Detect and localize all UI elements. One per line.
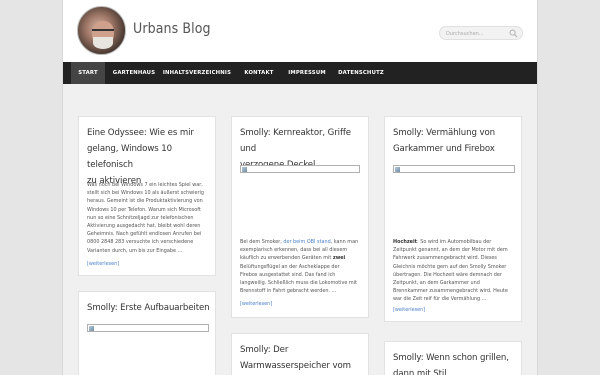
post-card: Eine Odyssee: Wie es mir gelang, Windows… [78,116,216,276]
search-icon[interactable] [509,29,518,38]
nav-item-inhaltsverzeichnis[interactable]: INHALTSVERZEICHNIS [161,62,233,84]
post-title-line[interactable]: Eine Odyssee: Wie es mir [87,125,215,141]
post-card: Smolly: Vermählung von Garkammer und Fir… [384,116,522,322]
post-title-line[interactable]: gelang, Windows 10 telefonisch [87,141,215,173]
post-image-placeholder[interactable] [87,324,209,332]
post-card: Smolly: Wenn schon grillen, dann mit Sti… [384,341,522,375]
post-title-line[interactable]: Smolly: Kernreaktor, Griffe und [240,125,368,157]
post-title[interactable]: Smolly: Vermählung von Garkammer und Fir… [393,125,495,157]
excerpt-line: Brennkammer zusammengebracht wird. Heute [393,288,508,295]
nav-item-gartenhaus[interactable]: GARTENHAUS [111,62,157,84]
excerpt-line: nun so eine Schnitzeljagd zur telefonisc… [87,214,194,221]
excerpt-line: exemplarisch erkennen, dass bei all dies… [240,247,348,254]
excerpt-line: käuflich zu erwerbenden Geräten mit zwei [240,255,346,262]
excerpt-line: Brennstoff in Fahrt gebracht werden. ... [240,288,337,295]
read-more-link[interactable]: [weiterlesen] [393,307,425,313]
avatar-glasses [92,29,114,34]
post-title[interactable]: Eine Odyssee: Wie es mir gelang, Windows… [87,125,215,189]
post-title[interactable]: Smolly: Der Warmwasserspeicher vom [240,342,351,374]
post-excerpt: Hochzeit: So wird im Automobilbau der Ze… [393,238,508,304]
excerpt-line: Belüftungsflügel an der Ascheklappe der [240,263,340,270]
excerpt-line: Aktivierung ausgedacht hat, bleibt wohl … [87,223,201,230]
excerpt-line: Varianten durch, um bis zur Eingabe ... [87,247,183,254]
nav-item-kontakt[interactable]: KONTAKT [239,62,279,84]
post-title-line[interactable]: dann mit Stil [393,366,509,375]
post-title-line[interactable]: Smolly: Wenn schon grillen, [393,350,509,366]
search-box [439,26,523,40]
excerpt-line: langweilig. Schließlich muss die Lokomot… [240,280,357,287]
post-title-line[interactable]: Warmwasserspeicher vom [240,358,351,374]
post-image-placeholder[interactable] [240,165,360,173]
excerpt-line: Zeitpunkt genannt, an dem der Motor mit … [393,247,508,254]
nav-item-start[interactable]: START [71,62,105,84]
post-title-line[interactable]: Smolly: Der [240,342,351,358]
post-title-line[interactable]: Smolly: Erste Aufbauarbeiten [87,300,210,316]
read-more-link[interactable]: [weiterlesen] [240,301,272,307]
excerpt-line: Bei dem Smoker, der beim OBI stand, kann… [240,239,359,245]
excerpt-line: Fahrwerk zusammengebracht wird. Dieses [393,255,497,262]
post-card: Smolly: Der Warmwasserspeicher vom [231,333,369,375]
nav-item-impressum[interactable]: IMPRESSUM [285,62,329,84]
post-card: Smolly: Kernreaktor, Griffe und verzogen… [231,116,369,318]
excerpt-line: übertragen. Die Hochzeit wäre demnach de… [393,271,502,278]
excerpt-line: Geheimnis. Nach gefühlt endlosen Anrufen… [87,231,202,238]
post-image-placeholder[interactable] [393,165,515,173]
post-title[interactable]: Smolly: Erste Aufbauarbeiten [87,300,210,316]
excerpt-line: heraus. Gemeint ist die Produktaktivieru… [87,198,203,205]
obi-link[interactable]: der beim OBI stand [283,239,330,245]
avatar-beard [93,37,113,49]
post-card: Smolly: Erste Aufbauarbeiten [78,291,216,375]
excerpt-line: war die Zeit reif für die Vermählung ... [393,296,487,303]
site-logo-avatar[interactable] [77,6,126,55]
excerpt-line: 0800 2848 283 versuchte ich verschiedene [87,239,194,246]
main-nav: START GARTENHAUS INHALTSVERZEICHNIS KONT… [63,62,537,84]
page: Urbans Blog START GARTENHAUS INHALTSVERZ… [62,0,538,375]
read-more-link[interactable]: [weiterlesen] [87,261,119,267]
search-input[interactable] [446,28,510,39]
nav-item-datenschutz[interactable]: DATENSCHUTZ [335,62,387,84]
excerpt-line: Gleichnis möchte gern auf den Smolly Smo… [393,263,507,270]
post-excerpt: Bei dem Smoker, der beim OBI stand, kann… [240,238,358,295]
excerpt-line: Windows 10 per Telefon. Warum sich Micro… [87,206,201,213]
excerpt-line: Was noch bei Windows 7 ein leichtes Spie… [87,182,203,188]
post-title-line[interactable]: Smolly: Vermählung von [393,125,495,141]
post-title[interactable]: Smolly: Wenn schon grillen, dann mit Sti… [393,350,509,375]
post-excerpt: Was noch bei Windows 7 ein leichtes Spie… [87,181,204,255]
excerpt-line: Zeitpunkt, an dem Garkammer und [393,280,480,287]
excerpt-line: Hochzeit: So wird im Automobilbau der [393,239,492,245]
site-header: Urbans Blog [63,0,537,62]
post-title-line[interactable]: Garkammer und Firebox [393,141,495,157]
excerpt-line: Firebox ausgestattet sind. Das fand ich [240,271,336,278]
site-title[interactable]: Urbans Blog [133,21,211,37]
excerpt-line: stellt sich bei Windows 10 als äußerst s… [87,190,204,197]
